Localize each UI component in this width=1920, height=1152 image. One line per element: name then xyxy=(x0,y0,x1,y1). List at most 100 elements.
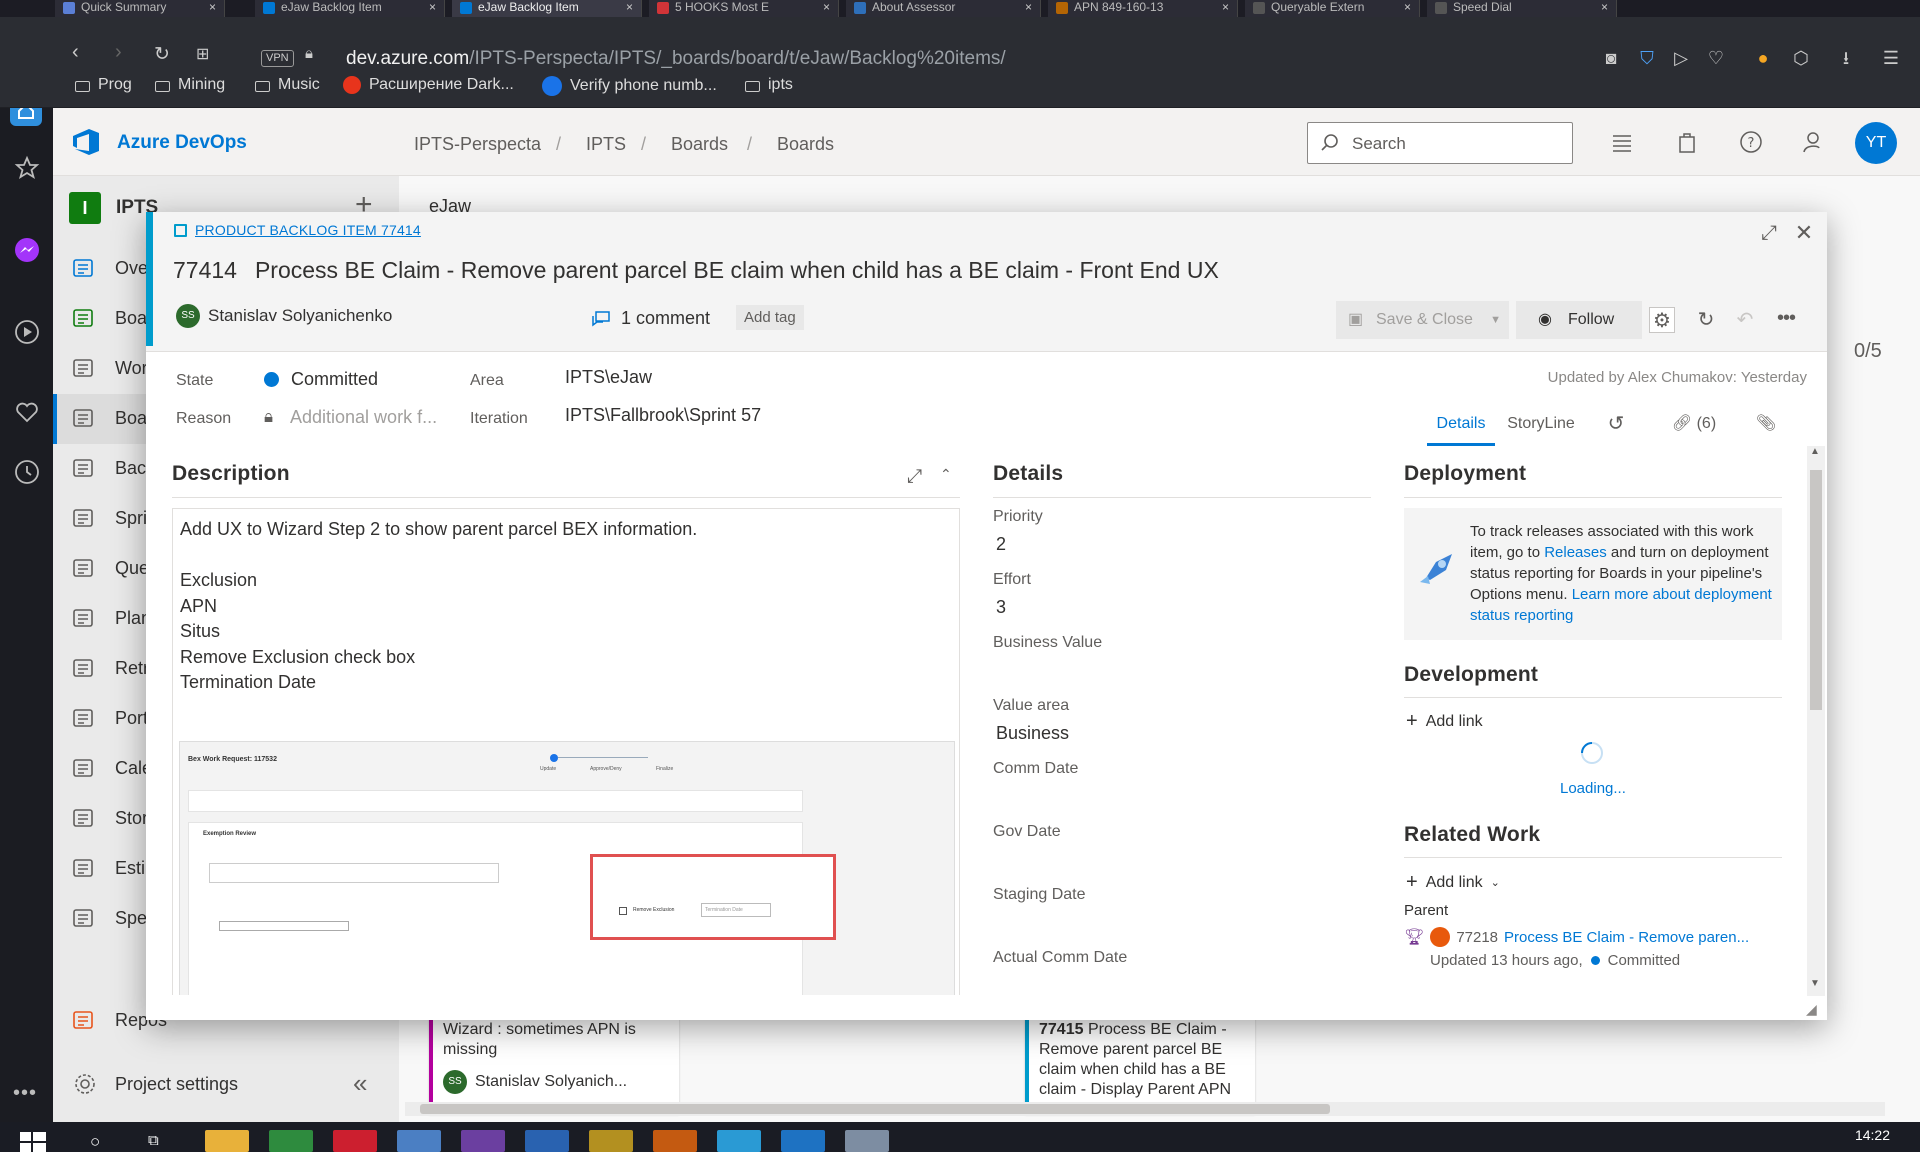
explorer-app-icon[interactable] xyxy=(205,1130,249,1152)
tab-links[interactable]: 🔗︎ (6) xyxy=(1653,402,1735,446)
scroll-down-icon[interactable]: ▼ xyxy=(1810,978,1820,989)
app-icon[interactable] xyxy=(653,1130,697,1152)
expand-description-icon[interactable]: ⤢ xyxy=(907,466,922,488)
state-field[interactable]: Committed xyxy=(264,369,378,390)
work-item-type-link[interactable]: PRODUCT BACKLOG ITEM 77414 xyxy=(195,222,421,238)
help-icon[interactable]: ? xyxy=(1739,130,1765,156)
tab-details[interactable]: Details xyxy=(1427,402,1495,446)
development-add-link-button[interactable]: + Add link xyxy=(1406,710,1483,733)
vpn-badge[interactable]: VPN xyxy=(261,50,294,67)
bookmark-link[interactable]: Verify phone numb... xyxy=(542,76,717,96)
reason-field[interactable]: Additional work f... xyxy=(290,407,437,428)
save-close-button[interactable]: ▣ Save & Close ▼ xyxy=(1336,301,1509,339)
bookmark-folder[interactable]: Prog xyxy=(75,76,132,94)
shield-icon[interactable]: ⛉ xyxy=(1636,47,1658,69)
forward-icon[interactable]: › xyxy=(115,41,122,64)
close-tab-icon[interactable]: × xyxy=(209,0,216,15)
brand-name[interactable]: Azure DevOps xyxy=(117,132,247,154)
browser-tab-active[interactable]: eJaw Backlog Item × xyxy=(452,0,642,17)
browser-tab[interactable]: eJaw Backlog Item × xyxy=(255,0,445,17)
parent-title-link[interactable]: Process BE Claim - Remove paren... xyxy=(1504,929,1749,946)
iteration-field[interactable]: IPTS\Fallbrook\Sprint 57 xyxy=(565,405,761,426)
history-icon[interactable] xyxy=(13,458,41,486)
details-field-value[interactable]: 2 xyxy=(996,534,1006,555)
opera-app-icon[interactable] xyxy=(333,1130,377,1152)
assigned-to-field[interactable]: SS Stanislav Solyanichenko xyxy=(176,304,392,328)
messenger-icon[interactable] xyxy=(13,236,41,264)
close-tab-icon[interactable]: × xyxy=(429,0,436,15)
related-add-link-button[interactable]: + Add link ⌄ xyxy=(1406,871,1500,894)
lock-icon[interactable]: 🔒︎ xyxy=(305,45,313,62)
collapse-section-icon[interactable]: ⌃ xyxy=(940,466,952,483)
collapse-nav-icon[interactable]: « xyxy=(353,1068,367,1099)
bookmark-link[interactable]: Расширение Dark... xyxy=(343,76,514,94)
camera-icon[interactable]: ◙ xyxy=(1600,47,1622,69)
app-icon[interactable] xyxy=(589,1130,633,1152)
bookmark-folder[interactable]: Music xyxy=(255,76,320,94)
visual-studio-app-icon[interactable] xyxy=(461,1130,505,1152)
close-tab-icon[interactable]: × xyxy=(1601,0,1608,15)
parent-link-row[interactable]: 🏆︎ 77218 Process BE Claim - Remove paren… xyxy=(1404,927,1749,947)
menu-icon[interactable]: ☰ xyxy=(1880,47,1902,69)
chrome-app-icon[interactable] xyxy=(269,1130,313,1152)
windows-start-icon[interactable] xyxy=(20,1132,46,1152)
close-tab-icon[interactable]: × xyxy=(1025,0,1032,15)
close-tab-icon[interactable]: × xyxy=(1404,0,1411,15)
follow-button[interactable]: ◉ Follow xyxy=(1516,301,1642,339)
close-tab-icon[interactable]: × xyxy=(823,0,830,15)
chevron-down-icon[interactable]: ▼ xyxy=(1490,301,1501,339)
heart-outline-icon[interactable]: ♡ xyxy=(1705,47,1727,69)
description-editor[interactable]: Add UX to Wizard Step 2 to show parent p… xyxy=(172,508,960,995)
bookmark-folder[interactable]: ipts xyxy=(745,76,793,94)
reload-icon[interactable]: ↻ xyxy=(154,43,170,66)
cube-icon[interactable]: ⬡ xyxy=(1790,47,1812,69)
send-icon[interactable]: ▷ xyxy=(1670,47,1692,69)
app-icon[interactable] xyxy=(525,1130,569,1152)
close-tab-icon[interactable]: × xyxy=(1222,0,1229,15)
browser-tab[interactable]: Queryable Extern × xyxy=(1245,0,1420,17)
breadcrumb-board[interactable]: Boards xyxy=(777,134,834,155)
app-icon[interactable] xyxy=(397,1130,441,1152)
star-icon[interactable] xyxy=(13,154,41,182)
attachment-icon[interactable]: 📎︎ xyxy=(1741,402,1791,446)
browser-tab[interactable]: APN 849-160-13 × xyxy=(1048,0,1238,17)
user-settings-icon[interactable] xyxy=(1802,130,1828,156)
browser-tab[interactable]: 5 HOOKS Most E × xyxy=(649,0,839,17)
list-icon[interactable] xyxy=(1610,130,1636,156)
close-icon[interactable]: ✕ xyxy=(1791,220,1817,246)
browser-tab[interactable]: About Assessor × xyxy=(846,0,1041,17)
board-card[interactable]: 77415 Process BE Claim - Remove parent p… xyxy=(1025,1014,1255,1118)
work-item-title[interactable]: 77414 Process BE Claim - Remove parent pa… xyxy=(173,257,1219,284)
back-icon[interactable]: ‹ xyxy=(72,41,79,64)
speed-dial-icon[interactable]: ⊞ xyxy=(196,44,209,64)
player-icon[interactable] xyxy=(13,318,41,346)
comments-link[interactable]: 1 comment xyxy=(591,308,710,329)
task-view-icon[interactable]: ⧉ xyxy=(148,1132,159,1149)
more-actions-icon[interactable]: ••• xyxy=(1773,305,1799,331)
releases-link[interactable]: Releases xyxy=(1544,544,1607,561)
bookmark-folder[interactable]: Mining xyxy=(155,76,225,94)
search-taskbar-icon[interactable]: ○ xyxy=(90,1132,100,1152)
avatar[interactable]: YT xyxy=(1855,122,1897,164)
history-icon[interactable]: ↺ xyxy=(1591,402,1641,446)
breadcrumb-org[interactable]: IPTS-Perspecta xyxy=(414,134,541,155)
pin-icon[interactable]: ● xyxy=(1752,47,1774,69)
area-field[interactable]: IPTS\eJaw xyxy=(565,367,652,388)
azure-devops-logo-icon[interactable] xyxy=(71,128,101,156)
add-tag-button[interactable]: Add tag xyxy=(736,305,804,330)
details-field-value[interactable]: Business xyxy=(996,723,1069,744)
vscode-app-icon[interactable] xyxy=(781,1130,825,1152)
search-input[interactable]: Search xyxy=(1307,122,1573,164)
app-icon[interactable] xyxy=(845,1130,889,1152)
resize-grip-icon[interactable]: ◢ xyxy=(1806,1001,1817,1018)
download-icon[interactable]: ⭳ xyxy=(1835,47,1857,69)
breadcrumb-project[interactable]: IPTS xyxy=(586,134,626,155)
board-card[interactable]: Wizard : sometimes APN is missing SS Stan… xyxy=(429,1014,679,1114)
telegram-app-icon[interactable] xyxy=(717,1130,761,1152)
browser-tab[interactable]: Quick Summary × xyxy=(55,0,225,17)
tab-storyline[interactable]: StoryLine xyxy=(1501,402,1581,446)
breadcrumb-boards[interactable]: Boards xyxy=(671,134,728,155)
horizontal-scroll-thumb[interactable] xyxy=(420,1104,1330,1114)
heart-icon[interactable] xyxy=(13,398,41,426)
project-settings[interactable]: Project settings « xyxy=(53,1056,399,1116)
